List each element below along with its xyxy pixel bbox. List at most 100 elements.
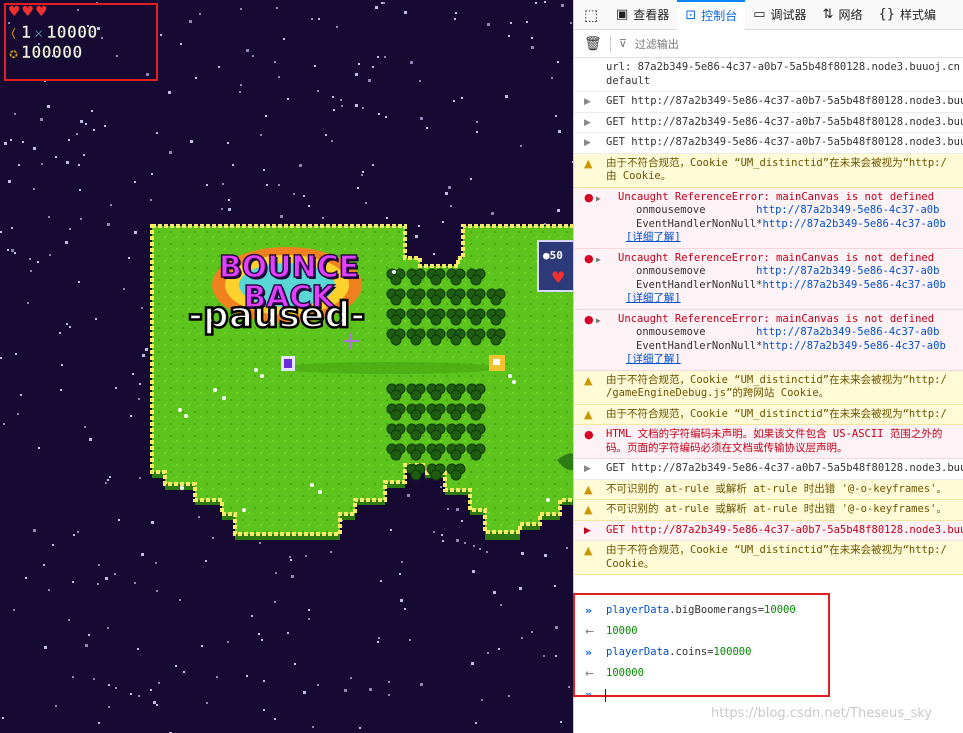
- coin-icon: ✪: [9, 44, 19, 63]
- message-text: GET http://87a2b349-5e86-4c37-a0b7-5a5b4…: [606, 115, 963, 128]
- message-text: GET http://87a2b349-5e86-4c37-a0b7-5a5b4…: [606, 462, 963, 474]
- big-boomerang-count: 10000: [46, 23, 98, 44]
- console-message-warn[interactable]: ▲ 由于不符合规范，Cookie “UM_distinctid”在未来会被视为“h…: [574, 370, 963, 405]
- message-text: HTML 文档的字符编码未声明。如果该文件包含 US-ASCII 范围之外的 码…: [606, 428, 943, 454]
- console-message-net[interactable]: ▶ GET http://87a2b349-5e86-4c37-a0b7-5a5b…: [574, 113, 963, 133]
- expand-triangle-icon[interactable]: ▶: [596, 253, 601, 267]
- error-icon: ●: [584, 428, 594, 441]
- message-text: Uncaught ReferenceError: mainCanvas is n…: [618, 251, 935, 264]
- tab-style-editor-label: 样式编: [900, 8, 937, 22]
- console-log[interactable]: url: 87a2b349-5e86-4c37-a0b7-5a5b48f8012…: [574, 58, 963, 598]
- console-filter-bar: 🗑 ⊽ 过滤输出: [574, 30, 963, 58]
- commands-highlight-box: [573, 593, 830, 697]
- expand-triangle-icon[interactable]: ▶: [584, 137, 591, 151]
- stack-function: onmousemove: [636, 326, 757, 338]
- coins-row: ✪ 100000: [9, 43, 83, 64]
- expand-triangle-icon[interactable]: ▶: [584, 463, 591, 477]
- stack-link[interactable]: http://87a2b349-5e86-4c37-a0b: [756, 265, 939, 277]
- element-picker-icon[interactable]: ⬚: [574, 0, 608, 30]
- stack-function: onmousemove: [636, 204, 757, 216]
- warning-icon: ▲: [584, 373, 593, 387]
- inspector-icon: ▣: [616, 7, 629, 22]
- console-message-net[interactable]: ▶ GET http://87a2b349-5e86-4c37-a0b7-5a5b…: [574, 92, 963, 113]
- console-message-error[interactable]: ● ▶ Uncaught ReferenceError: mainCanvas is…: [574, 309, 963, 371]
- big-boomerang-icon: ✕: [34, 24, 44, 43]
- stack-frame: EventHandlerNonNull*http://87a2b349-5e86…: [606, 218, 960, 232]
- warning-icon: ▲: [584, 503, 593, 516]
- error-icon: ●: [584, 251, 594, 265]
- paused-label: -paused-: [187, 294, 367, 338]
- console-message-warn[interactable]: ▲ 由于不符合规范，Cookie “UM_distinctid”在未来会被视为“h…: [574, 541, 963, 575]
- message-text: 由于不符合规范，Cookie “UM_distinctid”在未来会被视为“ht…: [606, 544, 947, 570]
- title-line-1: BOUNCE: [218, 250, 360, 285]
- trash-icon[interactable]: 🗑: [584, 36, 602, 52]
- console-message-warn[interactable]: ▲ 不可识别的 at-rule 或解析 at-rule 时出错 '@-o-keyf…: [574, 479, 963, 500]
- stack-frame: onmousemove http://87a2b349-5e86-4c37-a0…: [606, 204, 960, 218]
- tab-console-label: 控制台: [701, 9, 738, 23]
- watermark: https://blog.csdn.net/Theseus_sky: [711, 706, 933, 721]
- coin-count: 100000: [21, 43, 83, 64]
- expand-triangle-icon[interactable]: ▶: [584, 117, 591, 131]
- message-text: Uncaught ReferenceError: mainCanvas is n…: [618, 312, 935, 325]
- warning-icon: ▲: [584, 407, 593, 421]
- console-message-net[interactable]: ▶ GET http://87a2b349-5e86-4c37-a0b7-5a5b…: [574, 459, 963, 480]
- expand-triangle-icon[interactable]: ▶: [584, 96, 591, 110]
- stack-frame: onmousemove http://87a2b349-5e86-4c37-a0…: [606, 326, 960, 340]
- text-caret: [605, 689, 606, 702]
- warning-icon: ▲: [584, 544, 593, 557]
- stack-link[interactable]: http://87a2b349-5e86-4c37-a0b: [762, 218, 945, 230]
- grass-island: [150, 224, 573, 540]
- warning-icon: ▲: [584, 482, 593, 496]
- stack-link[interactable]: http://87a2b349-5e86-4c37-a0b: [762, 279, 945, 291]
- learn-more-link[interactable]: [详细了解]: [626, 231, 681, 243]
- style-editor-icon: {}: [878, 7, 896, 22]
- learn-more-link[interactable]: [详细了解]: [626, 292, 681, 304]
- console-message-net[interactable]: ▶ GET http://87a2b349-5e86-4c37-a0b7-5a5b…: [574, 133, 963, 154]
- console-message-warn[interactable]: ▲ 不可识别的 at-rule 或解析 at-rule 时出错 '@-o-keyf…: [574, 500, 963, 521]
- learn-more-link[interactable]: [详细了解]: [626, 353, 681, 365]
- stack-function: EventHandlerNonNull*: [636, 339, 763, 352]
- heart-icon: ♥: [551, 268, 566, 287]
- console-icon: ⊡: [685, 8, 697, 23]
- warning-icon: ▲: [584, 156, 593, 170]
- filter-icon: ⊽: [618, 37, 627, 50]
- message-text: 由于不符合规范，Cookie “UM_distinctid”在未来会被视为“ht…: [606, 407, 947, 420]
- stack-link[interactable]: http://87a2b349-5e86-4c37-a0b: [756, 326, 939, 338]
- console-message-warn[interactable]: ▲ 由于不符合规范，Cookie “UM_distinctid”在未来会被视为“h…: [574, 153, 963, 188]
- tab-debugger[interactable]: ▭ 调试器: [745, 0, 814, 30]
- shop-panel[interactable]: ●50 ♥: [537, 240, 573, 292]
- console-message-warn[interactable]: ▲ 由于不符合规范，Cookie “UM_distinctid”在未来会被视为“h…: [574, 404, 963, 425]
- console-message-error[interactable]: ● HTML 文档的字符编码未声明。如果该文件包含 US-ASCII 范围之外的 …: [574, 425, 963, 459]
- tab-inspector[interactable]: ▣ 查看器: [608, 0, 677, 30]
- console-message-error[interactable]: ● ▶ Uncaught ReferenceError: mainCanvas is…: [574, 187, 963, 249]
- console-message-error[interactable]: ● ▶ Uncaught ReferenceError: mainCanvas is…: [574, 248, 963, 310]
- message-text: Uncaught ReferenceError: mainCanvas is n…: [618, 190, 935, 203]
- tab-inspector-label: 查看器: [633, 8, 670, 22]
- stack-frame: onmousemove http://87a2b349-5e86-4c37-a0…: [606, 265, 960, 279]
- tab-debugger-label: 调试器: [770, 8, 807, 22]
- stack-link[interactable]: http://87a2b349-5e86-4c37-a0b: [756, 204, 939, 216]
- expand-triangle-icon[interactable]: ▶: [596, 314, 601, 328]
- hud-highlight-box: ♥♥♥ ❬ 1 ✕ 10000 ✪ 100000: [4, 3, 158, 81]
- player-character: [281, 356, 295, 371]
- message-text: url: 87a2b349-5e86-4c37-a0b7-5a5b48f8012…: [606, 61, 961, 87]
- expand-triangle-icon[interactable]: ▶: [596, 192, 601, 206]
- tab-style-editor[interactable]: {} 样式编: [870, 0, 944, 30]
- tab-console[interactable]: ⊡ 控制台: [677, 0, 746, 30]
- error-icon: ●: [584, 190, 594, 204]
- filter-input[interactable]: 过滤输出: [635, 36, 679, 52]
- error-icon: ●: [584, 312, 594, 326]
- expand-triangle-icon[interactable]: ▶: [584, 525, 591, 539]
- tab-network[interactable]: ⇅ 网络: [815, 0, 871, 30]
- message-text: 不可识别的 at-rule 或解析 at-rule 时出错 '@-o-keyfr…: [606, 503, 947, 515]
- game-canvas[interactable]: BOUNCE BACK -paused- ●50 ♥ ♥♥♥ ❬ 1 ✕ 100…: [0, 0, 573, 733]
- console-message-neterr[interactable]: ▶ GET http://87a2b349-5e86-4c37-a0b7-5a5b…: [574, 520, 963, 541]
- console-message-plain[interactable]: url: 87a2b349-5e86-4c37-a0b7-5a5b48f8012…: [574, 58, 963, 92]
- stack-link[interactable]: http://87a2b349-5e86-4c37-a0b: [762, 340, 945, 352]
- network-icon: ⇅: [822, 7, 834, 22]
- message-text: 由于不符合规范，Cookie “UM_distinctid”在未来会被视为“ht…: [606, 156, 947, 183]
- debugger-icon: ▭: [753, 7, 766, 22]
- enemy-character: [489, 355, 505, 371]
- message-text: GET http://87a2b349-5e86-4c37-a0b7-5a5b4…: [606, 136, 963, 148]
- bush: [406, 463, 426, 481]
